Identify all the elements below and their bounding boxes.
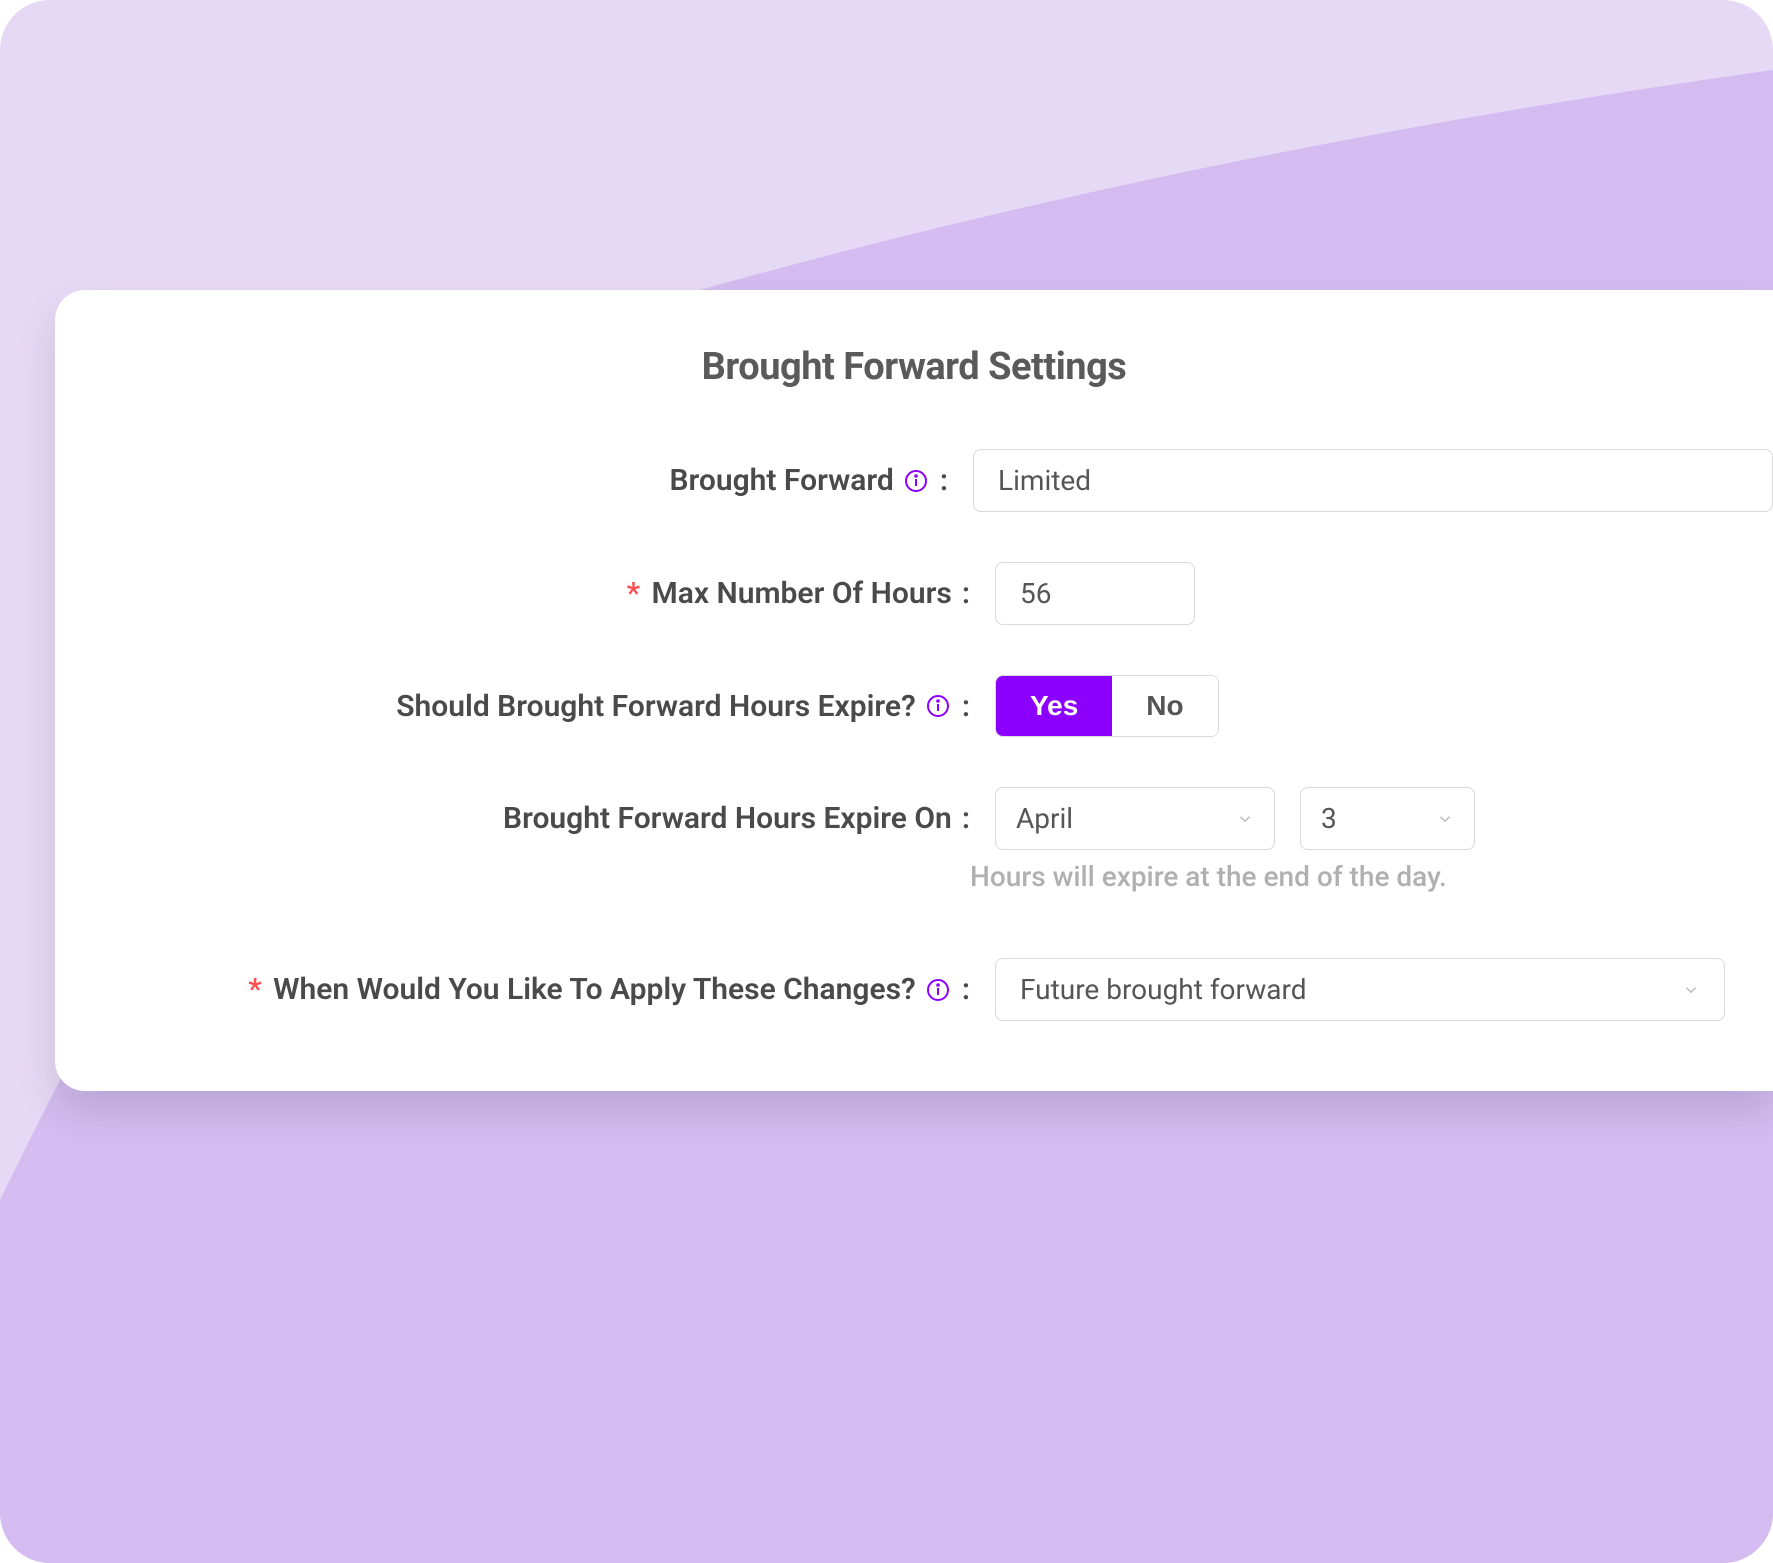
required-asterisk: * [248,972,261,1007]
expire-month-value: April [1016,802,1073,835]
brought-forward-row: Brought Forward : Limited [55,449,1773,512]
apply-changes-value: Future brought forward [1020,973,1307,1006]
chevron-down-icon [1682,981,1700,999]
max-hours-input[interactable]: 56 [995,562,1195,625]
apply-changes-row: * When Would You Like To Apply These Cha… [55,958,1773,1021]
expire-yes-button[interactable]: Yes [996,676,1112,736]
max-hours-label: * Max Number Of Hours : [95,576,970,611]
expire-day-value: 3 [1321,802,1337,835]
brought-forward-label: Brought Forward : [95,463,948,498]
should-expire-label: Should Brought Forward Hours Expire? : [95,689,970,724]
expire-hint-row: Hours will expire at the end of the day. [55,860,1773,893]
max-hours-row: * Max Number Of Hours : 56 [55,562,1773,625]
apply-changes-label: * When Would You Like To Apply These Cha… [95,972,970,1007]
expire-month-select[interactable]: April [995,787,1275,850]
info-icon[interactable] [926,694,950,718]
expire-toggle-group: Yes No [995,675,1219,737]
expire-on-label: Brought Forward Hours Expire On : [95,801,970,836]
info-icon[interactable] [904,469,928,493]
required-asterisk: * [627,576,640,611]
expire-day-select[interactable]: 3 [1300,787,1475,850]
settings-card: Brought Forward Settings Brought Forward… [55,290,1773,1091]
expire-hint-text: Hours will expire at the end of the day. [970,860,1447,893]
apply-changes-select[interactable]: Future brought forward [995,958,1725,1021]
expire-no-button[interactable]: No [1112,676,1217,736]
brought-forward-value: Limited [998,464,1091,497]
should-expire-row: Should Brought Forward Hours Expire? : Y… [55,675,1773,737]
card-title: Brought Forward Settings [55,345,1773,389]
max-hours-value: 56 [1020,577,1051,610]
chevron-down-icon [1436,810,1454,828]
page-background: Brought Forward Settings Brought Forward… [0,0,1773,1563]
expire-on-row: Brought Forward Hours Expire On : April … [55,787,1773,850]
chevron-down-icon [1236,810,1254,828]
brought-forward-select[interactable]: Limited [973,449,1773,512]
info-icon[interactable] [926,978,950,1002]
